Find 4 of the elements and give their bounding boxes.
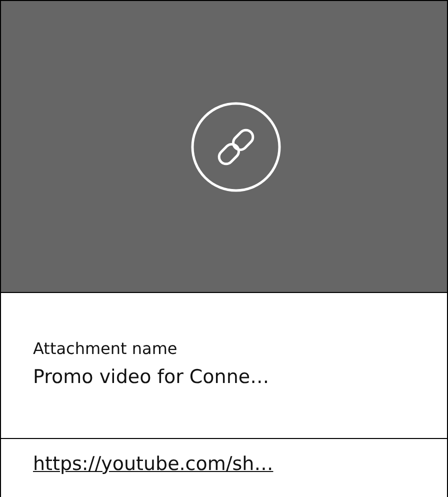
url-link[interactable]: https://youtube.com/sh… bbox=[33, 453, 274, 475]
field-label: Attachment name bbox=[33, 339, 178, 358]
attachment-name: Promo video for Conne… bbox=[33, 366, 270, 388]
link-icon bbox=[191, 102, 281, 192]
